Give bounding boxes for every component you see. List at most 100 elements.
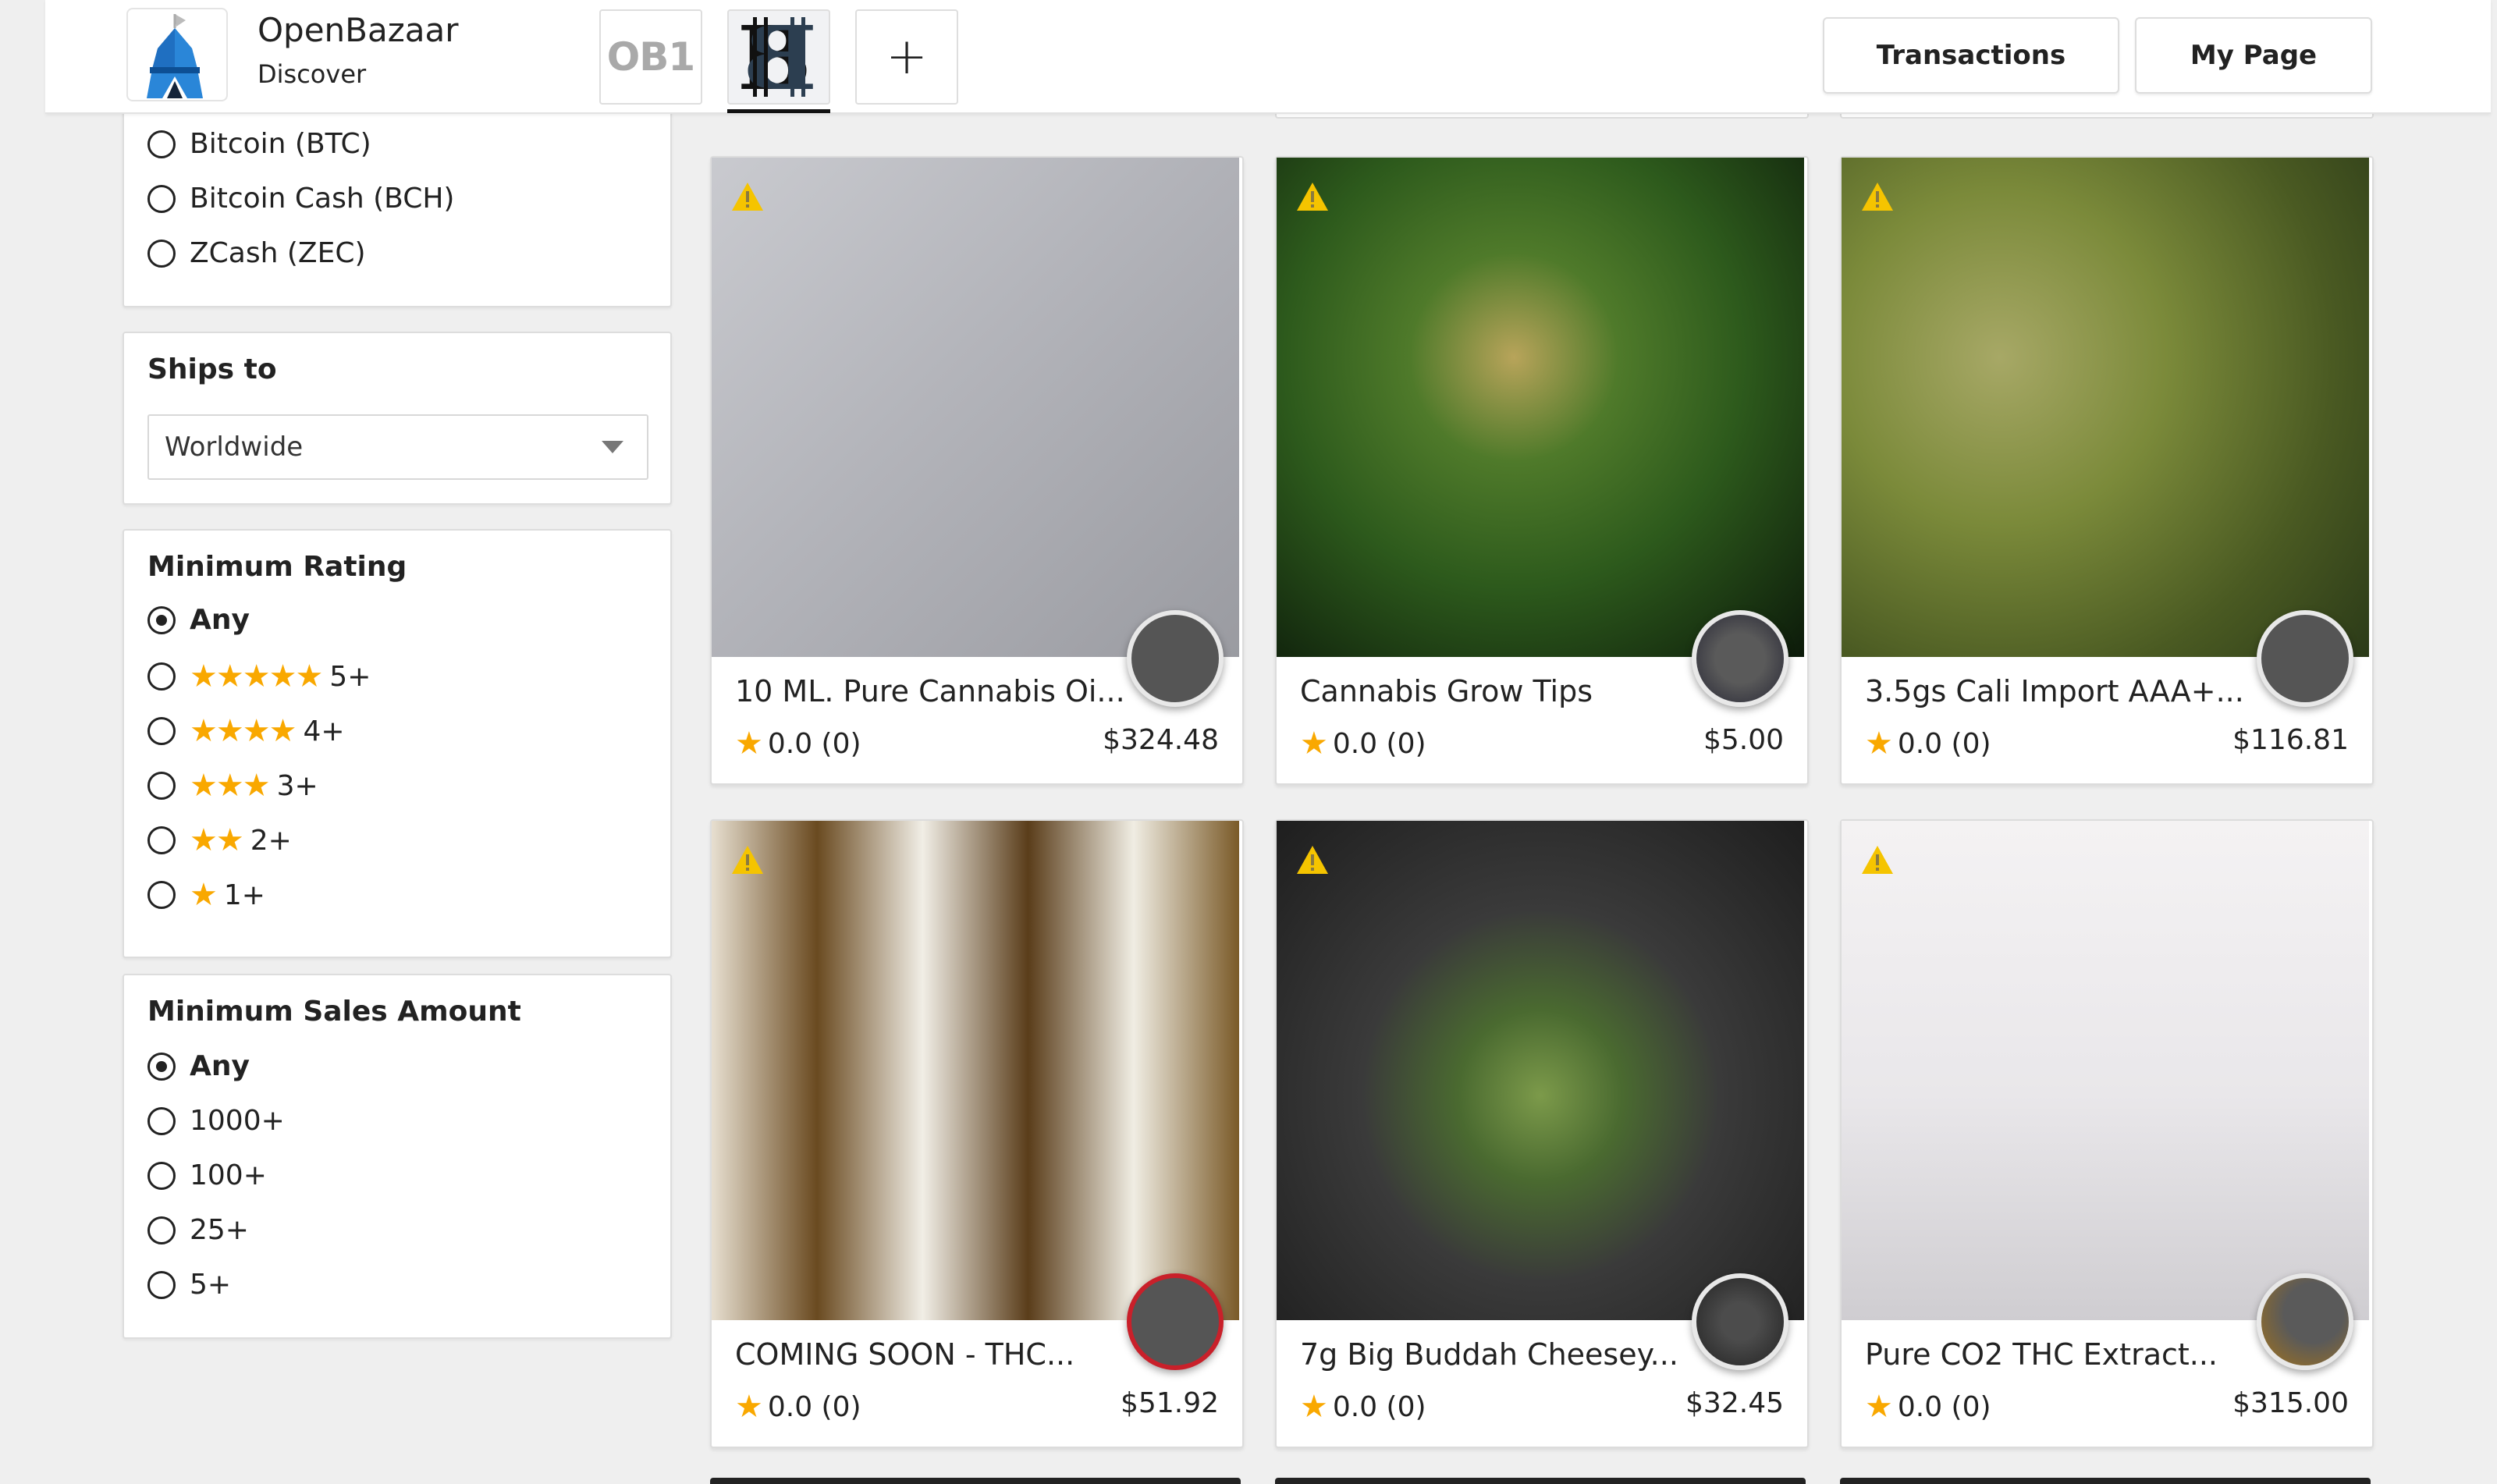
warning-icon[interactable] <box>730 844 765 875</box>
ships-to-title: Ships to <box>147 353 277 385</box>
vendor-avatar[interactable] <box>1692 610 1788 707</box>
minimum-sales-title: Minimum Sales Amount <box>147 996 521 1028</box>
star-icons: ★★★★★ <box>190 659 323 694</box>
rating-value: 0.0 (0) <box>1897 727 1991 760</box>
rating-option-4[interactable]: ★★★★ 4+ <box>147 713 345 749</box>
rating-option-any[interactable]: Any <box>147 604 250 636</box>
ships-to-select[interactable]: Worldwide <box>147 414 648 480</box>
warning-icon[interactable] <box>1295 181 1330 212</box>
product-image[interactable] <box>1842 158 2369 657</box>
radio-button[interactable] <box>147 1270 176 1299</box>
product-card[interactable]: 3.5gs Cali Import AAA+... ★ 0.0 (0) $116.81 <box>1840 156 2374 785</box>
vendor-avatar[interactable] <box>2257 610 2353 707</box>
radio-button[interactable] <box>147 662 176 691</box>
option-label: Bitcoin (BTC) <box>190 128 371 160</box>
warning-icon[interactable] <box>730 181 765 212</box>
product-card[interactable]: COMING SOON - THC... ★ 0.0 (0) $51.92 <box>710 819 1244 1448</box>
tab-bitcoin-store[interactable]: B B <box>727 9 830 105</box>
my-page-button[interactable]: My Page <box>2135 17 2372 94</box>
vendor-avatar[interactable] <box>1127 1273 1224 1370</box>
radio-button[interactable] <box>147 717 176 745</box>
star-icon: ★ <box>1300 1389 1328 1425</box>
dropdown-caret-icon <box>602 441 623 453</box>
star-icon: ★ <box>1300 726 1328 762</box>
top-header: OpenBazaar Discover OB1 B B + Transactio… <box>45 0 2491 114</box>
option-label: 25+ <box>190 1214 249 1246</box>
rating-option-1[interactable]: ★ 1+ <box>147 877 265 913</box>
product-image[interactable] <box>712 821 1239 1320</box>
product-price: $51.92 <box>1121 1387 1219 1419</box>
warning-icon[interactable] <box>1860 181 1895 212</box>
product-rating: ★ 0.0 (0) <box>735 1389 861 1425</box>
product-image[interactable] <box>1842 821 2369 1320</box>
radio-button[interactable] <box>147 1106 176 1135</box>
product-card[interactable]: Pure CO2 THC Extract... ★ 0.0 (0) $315.00 <box>1840 819 2374 1448</box>
rating-value: 0.0 (0) <box>767 727 861 760</box>
star-icon: ★ <box>735 1389 763 1425</box>
sales-option-25[interactable]: 25+ <box>147 1214 249 1246</box>
next-row-card-stub <box>1275 1478 1806 1484</box>
transactions-button[interactable]: Transactions <box>1823 17 2119 94</box>
option-label: Any <box>190 604 250 636</box>
warning-icon[interactable] <box>1860 844 1895 875</box>
star-icon: ★ <box>1865 1389 1893 1425</box>
product-card[interactable]: 10 ML. Pure Cannabis Oi... ★ 0.0 (0) $324.4… <box>710 156 1244 785</box>
star-icons: ★★★ <box>190 768 271 804</box>
radio-button[interactable] <box>147 772 176 800</box>
radio-button[interactable] <box>147 881 176 909</box>
tab-ob1[interactable]: OB1 <box>599 9 702 105</box>
vendor-avatar[interactable] <box>1692 1273 1788 1370</box>
openbazaar-logo[interactable] <box>126 8 228 101</box>
sales-option-100[interactable]: 100+ <box>147 1159 267 1191</box>
product-price: $324.48 <box>1103 724 1219 756</box>
option-label: Any <box>190 1050 250 1082</box>
option-label: 5+ <box>329 660 371 693</box>
plus-icon: + <box>886 28 928 86</box>
product-card[interactable]: Cannabis Grow Tips ★ 0.0 (0) $5.00 <box>1275 156 1809 785</box>
option-label: 5+ <box>190 1269 232 1301</box>
add-tab-button[interactable]: + <box>855 9 958 105</box>
product-title: 3.5gs Cali Import AAA+... <box>1865 674 2244 708</box>
product-price: $32.45 <box>1685 1387 1784 1419</box>
product-card[interactable]: 7g Big Buddah Cheesey... ★ 0.0 (0) $32.45 <box>1275 819 1809 1448</box>
radio-button[interactable] <box>147 130 176 158</box>
product-title: Cannabis Grow Tips <box>1300 674 1593 708</box>
rating-option-3[interactable]: ★★★ 3+ <box>147 768 318 804</box>
currency-option-bch[interactable]: Bitcoin Cash (BCH) <box>147 183 454 215</box>
warning-icon[interactable] <box>1295 844 1330 875</box>
radio-button[interactable] <box>147 1216 176 1244</box>
sales-option-any[interactable]: Any <box>147 1050 250 1082</box>
currency-option-btc[interactable]: Bitcoin (BTC) <box>147 128 371 160</box>
vendor-avatar[interactable] <box>1127 610 1224 707</box>
product-image[interactable] <box>1277 158 1804 657</box>
currency-option-zec[interactable]: ZCash (ZEC) <box>147 237 366 269</box>
product-image[interactable] <box>712 158 1239 657</box>
product-title: Pure CO2 THC Extract... <box>1865 1337 2218 1372</box>
product-rating: ★ 0.0 (0) <box>1865 1389 1991 1425</box>
minimum-rating-title: Minimum Rating <box>147 551 407 583</box>
rating-option-2[interactable]: ★★ 2+ <box>147 822 292 858</box>
vendor-avatar[interactable] <box>2257 1273 2353 1370</box>
tent-logo-icon <box>147 14 203 98</box>
active-tab-indicator <box>727 109 830 113</box>
ships-to-value: Worldwide <box>165 431 304 463</box>
rating-value: 0.0 (0) <box>1332 727 1426 760</box>
radio-button[interactable] <box>147 1161 176 1190</box>
ob1-logo-icon: OB1 <box>606 34 695 80</box>
radio-button-selected[interactable] <box>147 1052 176 1081</box>
minimum-sales-card: Minimum Sales Amount Any 1000+ 100+ 25+ … <box>123 974 672 1339</box>
product-rating: ★ 0.0 (0) <box>735 726 861 762</box>
sales-option-1000[interactable]: 1000+ <box>147 1105 285 1137</box>
product-rating: ★ 0.0 (0) <box>1300 726 1426 762</box>
rating-option-5[interactable]: ★★★★★ 5+ <box>147 659 371 694</box>
radio-button[interactable] <box>147 184 176 213</box>
sales-option-5[interactable]: 5+ <box>147 1269 231 1301</box>
product-image[interactable] <box>1277 821 1804 1320</box>
radio-button[interactable] <box>147 826 176 854</box>
radio-button[interactable] <box>147 239 176 268</box>
star-icons: ★★ <box>190 822 244 858</box>
product-title: 7g Big Buddah Cheesey... <box>1300 1337 1678 1372</box>
radio-button-selected[interactable] <box>147 605 176 634</box>
option-label: 100+ <box>190 1159 267 1191</box>
currency-filter-card: Bitcoin (BTC) Bitcoin Cash (BCH) ZCash (… <box>123 94 672 307</box>
